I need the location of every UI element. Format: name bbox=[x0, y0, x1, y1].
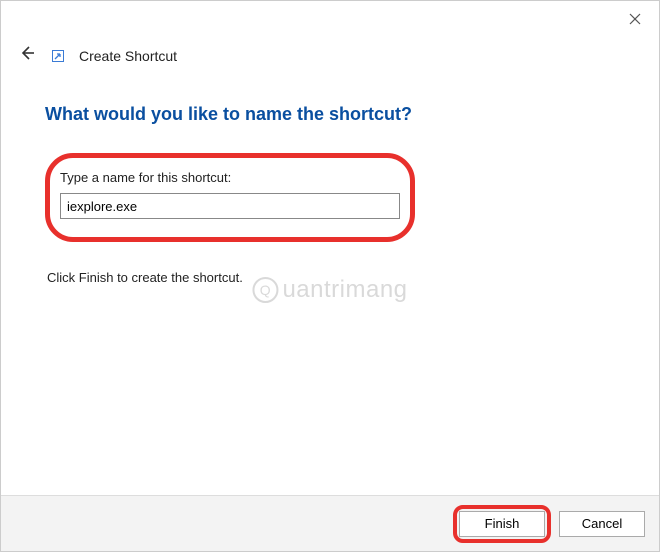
finish-instruction: Click Finish to create the shortcut. bbox=[47, 270, 615, 285]
page-heading: What would you like to name the shortcut… bbox=[45, 104, 615, 125]
shortcut-name-group: Type a name for this shortcut: bbox=[45, 153, 415, 242]
wizard-content: What would you like to name the shortcut… bbox=[1, 74, 659, 285]
shortcut-name-label: Type a name for this shortcut: bbox=[60, 170, 398, 185]
finish-button[interactable]: Finish bbox=[459, 511, 545, 537]
button-bar: Finish Cancel bbox=[1, 495, 659, 551]
titlebar bbox=[1, 1, 659, 37]
wizard-title: Create Shortcut bbox=[79, 48, 177, 64]
shortcut-name-input[interactable] bbox=[60, 193, 400, 219]
cancel-button[interactable]: Cancel bbox=[559, 511, 645, 537]
back-arrow-icon[interactable] bbox=[17, 45, 37, 66]
shortcut-overlay-icon bbox=[51, 49, 65, 63]
wizard-header: Create Shortcut bbox=[1, 37, 659, 74]
close-icon[interactable] bbox=[625, 9, 645, 29]
finish-highlight: Finish bbox=[453, 505, 551, 543]
